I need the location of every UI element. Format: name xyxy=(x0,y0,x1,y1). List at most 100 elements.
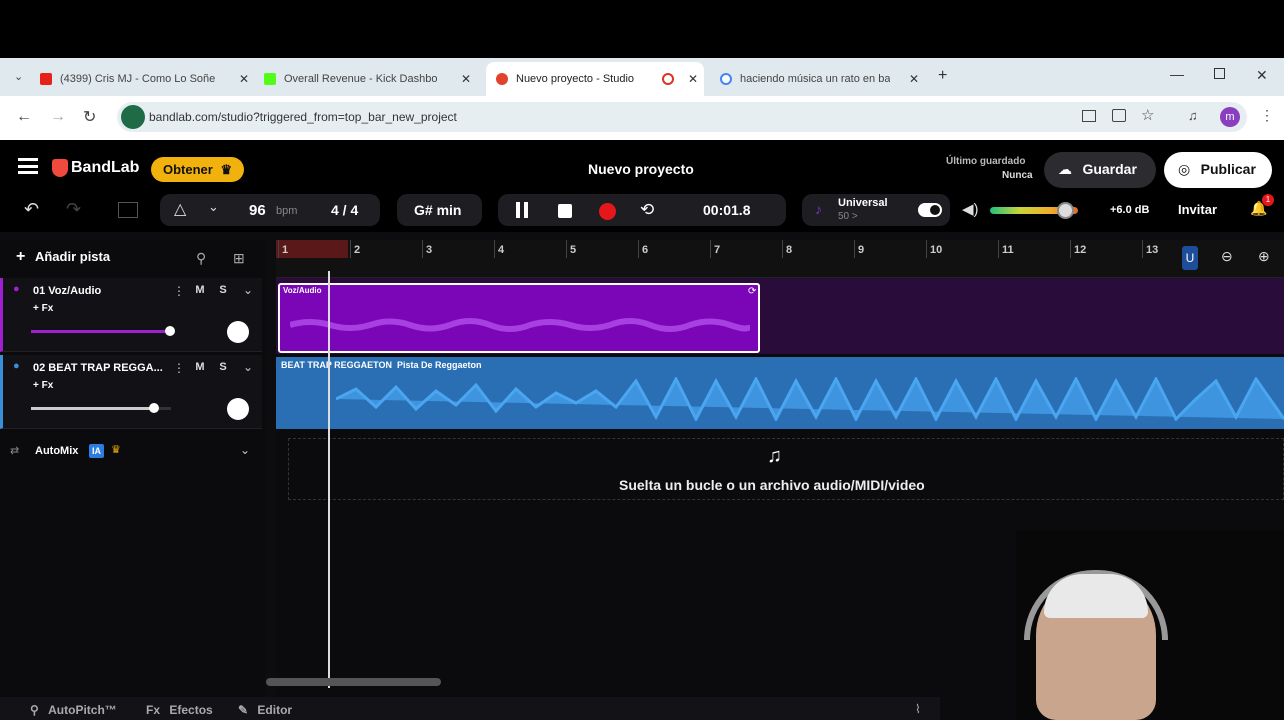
pan-knob[interactable] xyxy=(227,398,249,420)
tab-bandlab[interactable]: Nuevo proyecto - Studio ✕ xyxy=(486,62,704,96)
back-icon[interactable]: ← xyxy=(16,108,32,126)
tab-youtube[interactable]: (4399) Cris MJ - Como Lo Soñe ✕ xyxy=(40,66,255,92)
timeline-ruler[interactable]: U ⊖ ⊕ 1 2 3 4 5 6 7 8 9 10 11 12 13 xyxy=(276,240,1284,278)
new-tab-icon[interactable]: + xyxy=(938,67,947,85)
project-title[interactable]: Nuevo proyecto xyxy=(588,161,694,177)
master-volume-thumb[interactable] xyxy=(1057,202,1074,219)
record-button[interactable] xyxy=(599,203,616,220)
close-icon[interactable]: ✕ xyxy=(239,72,249,86)
url-text[interactable]: bandlab.com/studio?triggered_from=top_ba… xyxy=(149,110,457,124)
pause-button[interactable] xyxy=(516,202,528,218)
tab-kick[interactable]: Overall Revenue - Kick Dashbo ✕ xyxy=(264,66,477,92)
pan-knob[interactable] xyxy=(227,321,249,343)
loop-icon[interactable]: ⟳ xyxy=(748,286,756,297)
automix-row[interactable]: ⇄ AutoMix IA ♛ ⌄ xyxy=(0,440,262,464)
reader-icon[interactable] xyxy=(1082,110,1096,122)
mic-icon: ● xyxy=(13,283,20,295)
track-volume-slider[interactable] xyxy=(31,403,171,413)
efectos-button[interactable]: Fx Efectos xyxy=(146,703,213,717)
close-icon[interactable]: ✕ xyxy=(461,72,471,86)
redo-icon[interactable]: ↷ xyxy=(66,199,81,220)
track-settings-icon[interactable]: ⊞ xyxy=(233,250,245,267)
site-info-icon[interactable] xyxy=(121,105,145,129)
waveform xyxy=(336,377,1284,421)
link-icon[interactable]: ⚲ xyxy=(196,250,206,267)
track-volume-fill xyxy=(31,407,154,410)
obtener-button[interactable]: Obtener ♛ xyxy=(151,157,244,182)
clip-beat-trap[interactable]: BEAT TRAP REGGAETON Pista De Reggaeton xyxy=(276,357,1284,429)
bar-number: 12 xyxy=(1074,244,1087,256)
install-icon[interactable] xyxy=(1112,109,1126,122)
track-volume-thumb[interactable] xyxy=(149,403,159,413)
metronome-icon[interactable]: △ xyxy=(174,199,186,219)
track-volume-slider[interactable] xyxy=(31,326,175,336)
stop-button[interactable] xyxy=(558,204,572,218)
omnibox[interactable]: bandlab.com/studio?triggered_from=top_ba… xyxy=(117,102,1247,132)
profile-avatar[interactable]: m xyxy=(1220,107,1240,127)
close-icon[interactable]: ✕ xyxy=(688,72,698,86)
track-menu-icon[interactable]: ⋮ xyxy=(173,284,185,298)
track-header-beat[interactable]: ● 02 BEAT TRAP REGGA... ⋮ M S ⌄ + Fx xyxy=(0,355,262,429)
track-volume-thumb[interactable] xyxy=(165,326,175,336)
bar-number: 2 xyxy=(354,244,361,256)
close-icon[interactable]: ✕ xyxy=(909,72,919,86)
solo-button[interactable]: S xyxy=(214,361,232,373)
undo-icon[interactable]: ↶ xyxy=(24,199,39,220)
bar-number: 7 xyxy=(714,244,721,256)
clip-voz-audio[interactable]: Voz/Audio ⟳ xyxy=(278,283,760,353)
solo-button[interactable]: S xyxy=(214,284,232,296)
drop-zone[interactable]: ♫ Suelta un bucle o un archivo audio/MID… xyxy=(288,438,1284,500)
chevron-down-icon[interactable]: ⌄ xyxy=(208,199,219,215)
chevron-down-icon[interactable]: ⌄ xyxy=(243,283,253,297)
editor-button[interactable]: ✎ Editor xyxy=(238,703,292,717)
add-fx-button[interactable]: + Fx xyxy=(33,380,53,391)
forward-icon[interactable]: → xyxy=(50,108,66,126)
time-signature[interactable]: 4 / 4 xyxy=(331,202,358,218)
publicar-button[interactable]: ◎ Publicar xyxy=(1164,152,1272,188)
minimize-icon[interactable]: — xyxy=(1170,66,1184,82)
tab-google[interactable]: haciendo música un rato en ba ✕ xyxy=(720,66,925,92)
horizontal-scrollbar[interactable] xyxy=(266,678,441,686)
track-name[interactable]: 01 Voz/Audio xyxy=(33,285,101,297)
track-menu-icon[interactable]: ⋮ xyxy=(173,361,185,375)
clip-label: Voz/Audio xyxy=(283,286,322,295)
track-header-voz[interactable]: ● 01 Voz/Audio ⋮ M S ⌄ + Fx xyxy=(0,278,262,352)
guardar-button[interactable]: ☁ Guardar xyxy=(1044,152,1156,188)
close-window-icon[interactable]: ✕ xyxy=(1256,67,1268,84)
mute-button[interactable]: M xyxy=(191,284,209,296)
ruler-tick xyxy=(926,240,927,258)
mute-button[interactable]: M xyxy=(191,361,209,373)
star-icon[interactable]: ☆ xyxy=(1141,106,1154,124)
autopitch-icon: ⚲ xyxy=(30,703,39,717)
obtener-label: Obtener xyxy=(163,162,213,177)
restore-icon[interactable] xyxy=(1214,68,1225,79)
loop-icon[interactable]: ⟲ xyxy=(640,200,654,220)
add-fx-button[interactable]: + Fx xyxy=(33,303,53,314)
add-track-button[interactable]: + Añadir pista xyxy=(16,248,110,266)
reload-icon[interactable]: ↻ xyxy=(83,107,96,127)
tab-search-icon[interactable]: ⌄ xyxy=(14,70,23,83)
media-controls-icon[interactable]: ♫ xyxy=(1188,108,1198,123)
autopitch-button[interactable]: ⚲ AutoPitch™ xyxy=(30,703,117,717)
ruler-tick xyxy=(854,240,855,258)
bpm-value[interactable]: 96 xyxy=(249,202,266,219)
hamburger-menu-icon[interactable] xyxy=(18,158,38,174)
menu-icon[interactable]: ⋮ xyxy=(1260,107,1274,124)
automix-label: AutoMix xyxy=(35,445,79,457)
last-saved-value: Nunca xyxy=(1002,170,1033,181)
chevron-down-icon[interactable]: ⌄ xyxy=(243,360,253,374)
chevron-down-icon[interactable]: ⌄ xyxy=(240,443,250,457)
playhead[interactable] xyxy=(328,271,330,688)
speaker-icon[interactable]: ◀) xyxy=(962,200,979,218)
brand-name: BandLab xyxy=(71,159,140,176)
universal-value: 50 > xyxy=(838,211,858,222)
mastering-toggle[interactable] xyxy=(918,203,942,217)
zoom-in-icon[interactable]: ⊕ xyxy=(1258,248,1270,265)
zoom-out-icon[interactable]: ⊖ xyxy=(1221,248,1233,265)
attach-icon[interactable]: ⌇ xyxy=(915,702,921,716)
invitar-button[interactable]: Invitar xyxy=(1178,202,1217,217)
track-name[interactable]: 02 BEAT TRAP REGGA... xyxy=(33,362,163,374)
piano-icon[interactable] xyxy=(118,202,138,218)
globe-icon: ◎ xyxy=(1178,161,1191,177)
snap-icon[interactable]: U xyxy=(1182,246,1198,270)
